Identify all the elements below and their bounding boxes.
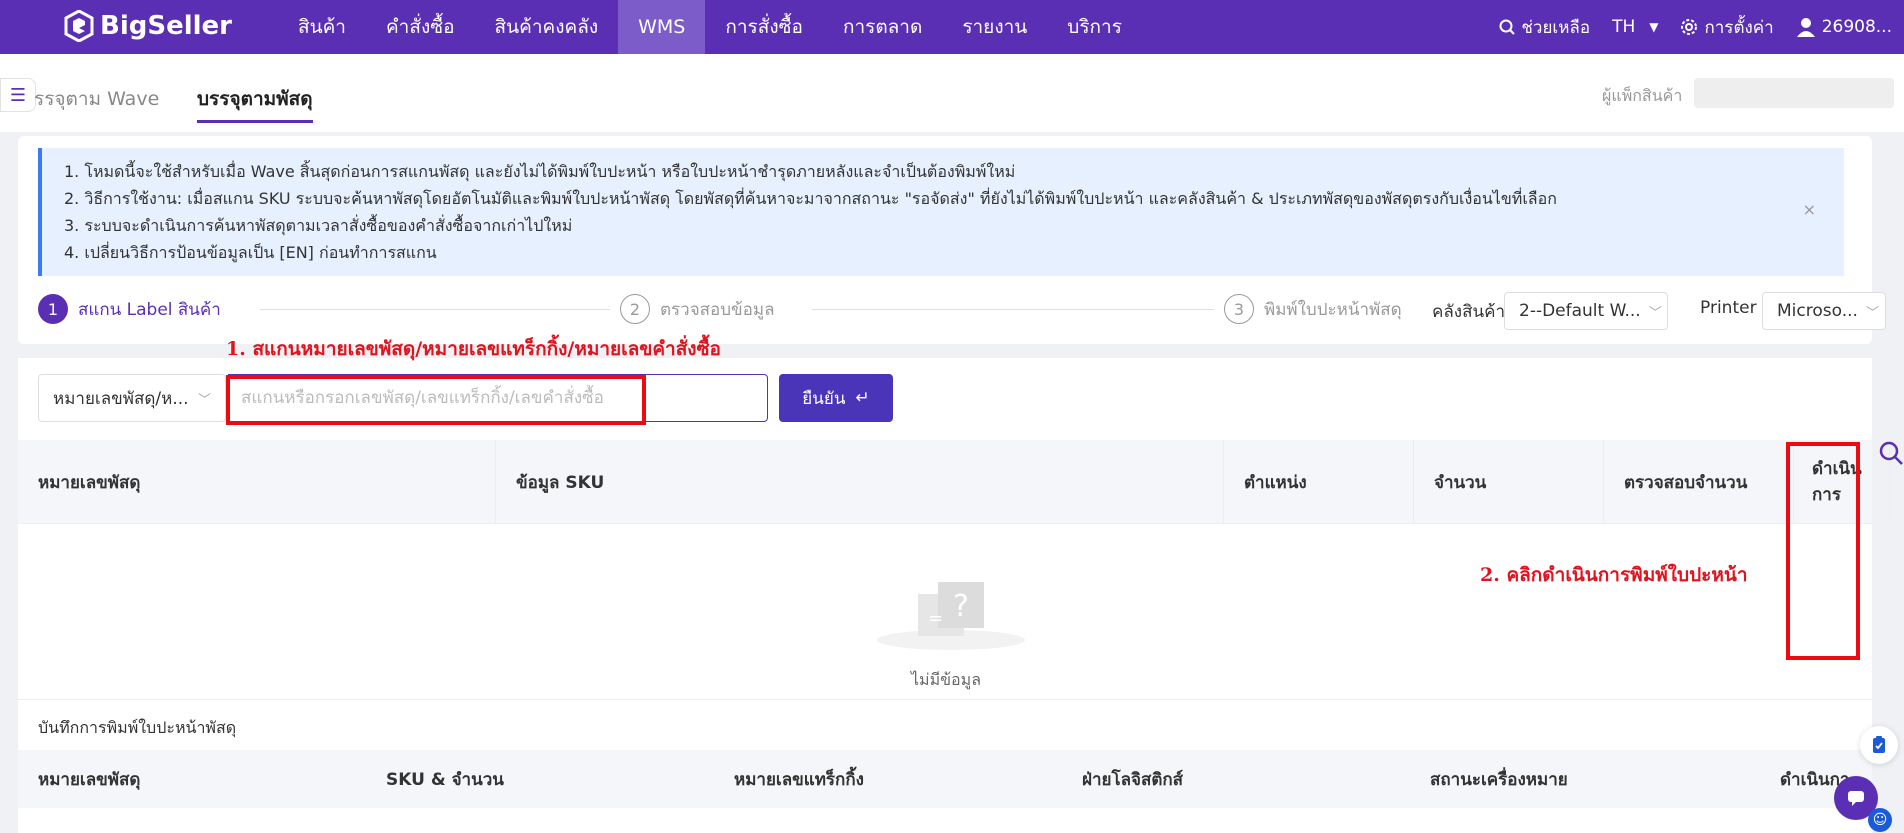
step-1: 1 สแกน Label สินค้า bbox=[38, 294, 221, 324]
log-column-mark-status: สถานะเครื่องหมาย bbox=[1430, 769, 1568, 790]
column-parcel-number: หมายเลขพัสดุ bbox=[18, 440, 496, 524]
chevron-down-icon: ﹀ bbox=[1865, 305, 1879, 321]
nav-item-orders[interactable]: คำสั่งซื้อ bbox=[366, 0, 475, 54]
column-check-quantity: ตรวจสอบจำนวน bbox=[1604, 440, 1794, 524]
nav-item-marketing[interactable]: การตลาด bbox=[823, 0, 942, 54]
settings-link[interactable]: การตั้งค่า bbox=[1680, 14, 1774, 41]
warehouse-select[interactable]: 2--Default W... ﹀ bbox=[1504, 292, 1668, 330]
notice-line-2: 2. วิธีการใช้งาน: เมื่อสแกน SKU ระบบจะค้… bbox=[64, 189, 1557, 208]
parcel-table-header: หมายเลขพัสดุ ข้อมูล SKU ตำแหน่ง จำนวน ตร… bbox=[18, 440, 1890, 524]
sidebar-toggle-button[interactable]: ☰ bbox=[0, 78, 36, 112]
user-menu[interactable]: 26908... bbox=[1796, 17, 1892, 37]
annotation-scan-box bbox=[226, 375, 646, 425]
printer-value: Microso... bbox=[1777, 301, 1858, 321]
chevron-down-icon: ﹀ bbox=[197, 392, 211, 408]
enter-icon: ↵ bbox=[855, 388, 870, 408]
confirm-button[interactable]: ยืนยัน ↵ bbox=[779, 374, 893, 422]
notice-line-1: 1. โหมดนี้จะใช้สำหรับเมื่อ Wave สิ้นสุดก… bbox=[64, 162, 1016, 181]
tab-pack-by-parcel[interactable]: บรรจุตามพัสดุ bbox=[197, 84, 313, 123]
instruction-card: 1. โหมดนี้จะใช้สำหรับเมื่อ Wave สิ้นสุดก… bbox=[18, 136, 1886, 344]
nav-item-purchase[interactable]: การสั่งซื้อ bbox=[705, 0, 823, 54]
gear-icon bbox=[1681, 19, 1698, 35]
warehouse-value: 2--Default W... bbox=[1519, 301, 1641, 321]
annotation-action-box bbox=[1786, 442, 1860, 660]
bigseller-logo[interactable]: BigSeller bbox=[64, 10, 232, 42]
nav-right: ช่วยเหลือ TH ▼ การตั้งค่า 26908... bbox=[1499, 0, 1892, 54]
menu-expand-icon: ☰ bbox=[9, 84, 27, 106]
step-1-label: สแกน Label สินค้า bbox=[78, 299, 221, 320]
packer-name-field[interactable] bbox=[1694, 78, 1894, 108]
step-3: 3 พิมพ์ใบปะหน้าพัสดุ bbox=[1224, 294, 1402, 324]
bigseller-logo-icon bbox=[64, 10, 94, 42]
clipboard-icon bbox=[1873, 736, 1885, 753]
settings-label: การตั้งค่า bbox=[1704, 17, 1774, 38]
step-indicator: 1 สแกน Label สินค้า 2 ตรวจสอบข้อมูล 3 พิ… bbox=[38, 292, 1886, 330]
nav-item-products[interactable]: สินค้า bbox=[278, 0, 366, 54]
language-label: TH bbox=[1612, 17, 1636, 37]
step-2-label: ตรวจสอบข้อมูล bbox=[660, 299, 775, 320]
confirm-label: ยืนยัน bbox=[802, 388, 846, 409]
caret-down-icon: ▼ bbox=[1649, 20, 1659, 34]
nav-item-reports[interactable]: รายงาน bbox=[942, 0, 1047, 54]
nav-item-services[interactable]: บริการ bbox=[1047, 0, 1142, 54]
step-connector bbox=[260, 309, 610, 310]
annotation-step-1: 1. สแกนหมายเลขพัสดุ/หมายเลขแทร็กกิ้ง/หมา… bbox=[226, 338, 721, 360]
log-column-tracking-number: หมายเลขแทร็กกิ้ง bbox=[734, 769, 864, 790]
help-link[interactable]: ช่วยเหลือ bbox=[1499, 14, 1590, 41]
log-column-logistics: ฝ่ายโลจิสติกส์ bbox=[1082, 769, 1184, 790]
scan-card: หมายเลขพัสดุ/ห... ﹀ ยืนยัน ↵ หมายเลขพัสด… bbox=[18, 358, 1890, 833]
brand-name: BigSeller bbox=[100, 11, 232, 41]
main-nav: สินค้า คำสั่งซื้อ สินค้าคงคลัง WMS การสั… bbox=[278, 0, 1142, 54]
notice-line-3: 3. ระบบจะดำเนินการค้นหาพัสดุตามเวลาสั่งซ… bbox=[64, 216, 573, 235]
print-log-title: บันทึกการพิมพ์ใบปะหน้าพัสดุ bbox=[38, 718, 237, 737]
notice-banner: 1. โหมดนี้จะใช้สำหรับเมื่อ Wave สิ้นสุดก… bbox=[38, 148, 1844, 276]
close-icon[interactable]: × bbox=[1803, 200, 1816, 219]
user-id: 26908... bbox=[1821, 17, 1892, 37]
chat-icon bbox=[1848, 791, 1864, 806]
warehouse-label: คลังสินค้า bbox=[1432, 302, 1506, 322]
smile-icon[interactable]: ☺ bbox=[1868, 808, 1892, 832]
step-2: 2 ตรวจสอบข้อมูล bbox=[620, 294, 775, 324]
user-icon bbox=[1796, 18, 1815, 37]
search-icon[interactable] bbox=[1878, 440, 1904, 466]
step-connector bbox=[812, 309, 1214, 310]
printer-select[interactable]: Microso... ﹀ bbox=[1762, 292, 1886, 330]
empty-state: ? = ไม่มีข้อมูล bbox=[18, 524, 1872, 700]
step-3-number: 3 bbox=[1224, 294, 1254, 324]
scan-type-value: หมายเลขพัสดุ/ห... bbox=[53, 388, 189, 409]
feedback-button[interactable] bbox=[1860, 726, 1898, 764]
step-2-number: 2 bbox=[620, 294, 650, 324]
nav-item-inventory[interactable]: สินค้าคงคลัง bbox=[475, 0, 619, 54]
scan-type-select[interactable]: หมายเลขพัสดุ/ห... ﹀ bbox=[38, 374, 226, 422]
printer-label: Printer bbox=[1700, 298, 1757, 318]
log-column-sku-quantity: SKU & จำนวน bbox=[386, 769, 504, 790]
column-quantity: จำนวน bbox=[1414, 440, 1604, 524]
step-3-label: พิมพ์ใบปะหน้าพัสดุ bbox=[1264, 299, 1402, 320]
notice-line-4: 4. เปลี่ยนวิธีการป้อนข้อมูลเป็น [EN] ก่อ… bbox=[64, 243, 437, 262]
svg-text:=: = bbox=[928, 608, 943, 629]
column-sku-info: ข้อมูล SKU bbox=[496, 440, 1224, 524]
annotation-step-2: 2. คลิกดำเนินการพิมพ์ใบปะหน้า bbox=[1480, 564, 1748, 586]
column-location: ตำแหน่ง bbox=[1224, 440, 1414, 524]
search-icon bbox=[1499, 19, 1516, 35]
svg-text:?: ? bbox=[953, 589, 969, 624]
language-selector[interactable]: TH ▼ bbox=[1612, 17, 1658, 37]
step-1-number: 1 bbox=[38, 294, 68, 324]
chevron-down-icon: ﹀ bbox=[1648, 305, 1662, 321]
tab-pack-by-wave[interactable]: รรจุตาม Wave bbox=[34, 84, 159, 114]
log-column-parcel-number: หมายเลขพัสดุ bbox=[38, 769, 141, 790]
top-navbar: BigSeller สินค้า คำสั่งซื้อ สินค้าคงคลัง… bbox=[0, 0, 1904, 54]
empty-message: ไม่มีข้อมูล bbox=[910, 670, 982, 689]
subtab-bar: ☰ รรจุตาม Wave บรรจุตามพัสดุ ผู้แพ็กสินค… bbox=[0, 54, 1904, 132]
packer-label: ผู้แพ็กสินค้า bbox=[1602, 86, 1683, 105]
empty-box-icon: ? = bbox=[877, 582, 1025, 650]
help-label: ช่วยเหลือ bbox=[1521, 17, 1591, 38]
nav-item-wms[interactable]: WMS bbox=[618, 0, 706, 54]
print-log-header: หมายเลขพัสดุ SKU & จำนวน หมายเลขแทร็กกิ้… bbox=[18, 750, 1872, 808]
